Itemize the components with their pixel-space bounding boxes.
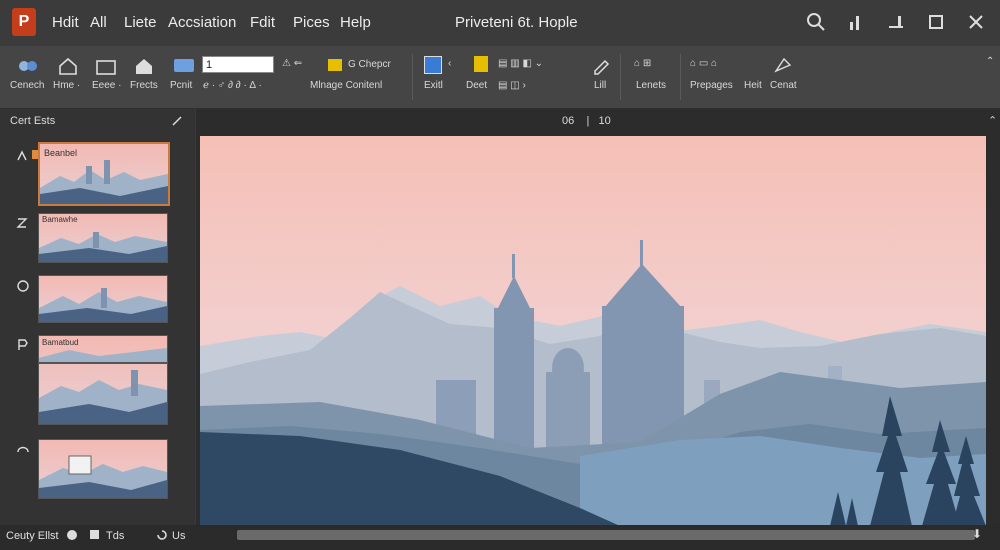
page-indicator: 06 | 10 (562, 115, 611, 127)
menu-item-accsiation[interactable]: Accsiation (168, 14, 236, 31)
folder-icon[interactable] (92, 54, 120, 78)
ribbon-label-lill: Lill (594, 80, 607, 91)
slide-2-caption: Bamawhe (42, 215, 78, 224)
format-symbols[interactable]: ℯ · ♂ ∂ ∂ · ∆ · (203, 80, 262, 91)
slide-4-caption: Bamatbud (42, 338, 79, 347)
document-title: Priveteni 6t. Hople (455, 14, 578, 31)
ribbon-label-heit: Heit (744, 80, 762, 91)
ribbon-label-lenets: Lenets (636, 80, 667, 91)
ribbon-label-cenech: Cenech (10, 80, 45, 91)
page-separator: | (586, 115, 590, 127)
comment-icon[interactable] (170, 54, 198, 78)
signal-icon[interactable] (844, 10, 868, 34)
slide-thumbnail-3[interactable] (38, 275, 168, 323)
slide-1-caption: Beanbel (44, 148, 78, 158)
ribbon-label-exitl: Exitl (424, 80, 443, 91)
slide-thumbnail-4[interactable] (38, 335, 168, 425)
layout-icons[interactable]: ⌂ ⊞ (634, 58, 651, 69)
status-left-text: Ceuty Ellst (6, 530, 59, 542)
page-current: 06 (562, 115, 575, 127)
slide-thumbnail-5[interactable] (38, 439, 168, 499)
highlight-icon[interactable] (328, 59, 342, 71)
share-icon[interactable] (772, 55, 794, 75)
list-icons[interactable]: ▤ ▥ ◧ ⌄ (498, 58, 543, 69)
ribbon-label-cenat: Cenat (770, 80, 797, 91)
globe-icon[interactable] (66, 529, 78, 541)
mountain-city-illustration (200, 136, 986, 526)
minimize-icon[interactable] (884, 10, 908, 34)
home-icon[interactable] (54, 54, 82, 78)
maximize-icon[interactable] (924, 10, 948, 34)
house-icon[interactable] (130, 54, 158, 78)
page-total: 10 (598, 115, 611, 127)
ribbon-separator (620, 54, 621, 100)
ribbon-label-eeee: Eeee · (92, 80, 122, 91)
menu-item-pices[interactable]: Pices (293, 14, 330, 31)
table-icons[interactable]: ▤ ◫ › (498, 80, 526, 91)
ribbon-collapse-icon[interactable]: ⌃ (986, 56, 994, 67)
slide-1-icon (17, 150, 27, 161)
back-icon[interactable]: ‹ (448, 58, 451, 69)
ribbon-label-hme: Hme · (53, 80, 81, 91)
manage-content-button[interactable]: Mlnage Conitenl (310, 80, 382, 91)
ribbon-label-deet: Deet (466, 80, 488, 91)
cheper-dropdown[interactable]: G Chepcr (348, 59, 391, 70)
menu-item-hdit[interactable]: Hdit (52, 14, 79, 31)
sync-icon[interactable] (156, 528, 168, 542)
ribbon-label-prepages: Prepages (690, 80, 733, 91)
menu-item-all[interactable]: All (90, 14, 107, 31)
search-icon[interactable] (804, 10, 828, 34)
edit-pencil-icon[interactable] (170, 114, 184, 128)
slide-panel-title: Cert Ests (10, 115, 56, 127)
collapse-icon[interactable]: ⌃ (988, 114, 997, 127)
page-icons[interactable]: ⌂ ▭ ⌂ (690, 58, 717, 69)
menu-item-fdit[interactable]: Fdit (250, 14, 275, 31)
app-logo: P (12, 8, 36, 36)
pencil-icon[interactable] (588, 54, 616, 78)
status-mid-text: Tds (106, 530, 125, 542)
ribbon-separator (680, 54, 681, 100)
menu-item-liete[interactable]: Liete (124, 14, 157, 31)
scroll-down-icon[interactable]: ⬇ (972, 527, 982, 541)
horizontal-scrollbar[interactable] (237, 530, 975, 540)
slide-main[interactable] (200, 136, 986, 526)
font-size-input[interactable] (202, 56, 274, 73)
status-right-text: Us (172, 530, 186, 542)
slide-5-icon (17, 446, 29, 453)
connect-icon[interactable] (14, 54, 42, 78)
bell-arrow-icons[interactable]: ⚠ ⇐ (282, 58, 302, 69)
slide-2-icon (16, 218, 28, 228)
slide-3-icon (17, 280, 29, 292)
close-icon[interactable] (964, 10, 988, 34)
ribbon-label-frects: Frects (130, 80, 158, 91)
menu-item-help[interactable]: Help (340, 14, 371, 31)
ribbon-separator (412, 54, 413, 100)
ribbon-label-pcnit: Pcnit (170, 80, 193, 91)
picture-icon[interactable] (424, 56, 442, 74)
note-icon[interactable] (474, 56, 488, 72)
stop-icon[interactable] (90, 530, 99, 539)
slide-4-icon (18, 339, 28, 350)
